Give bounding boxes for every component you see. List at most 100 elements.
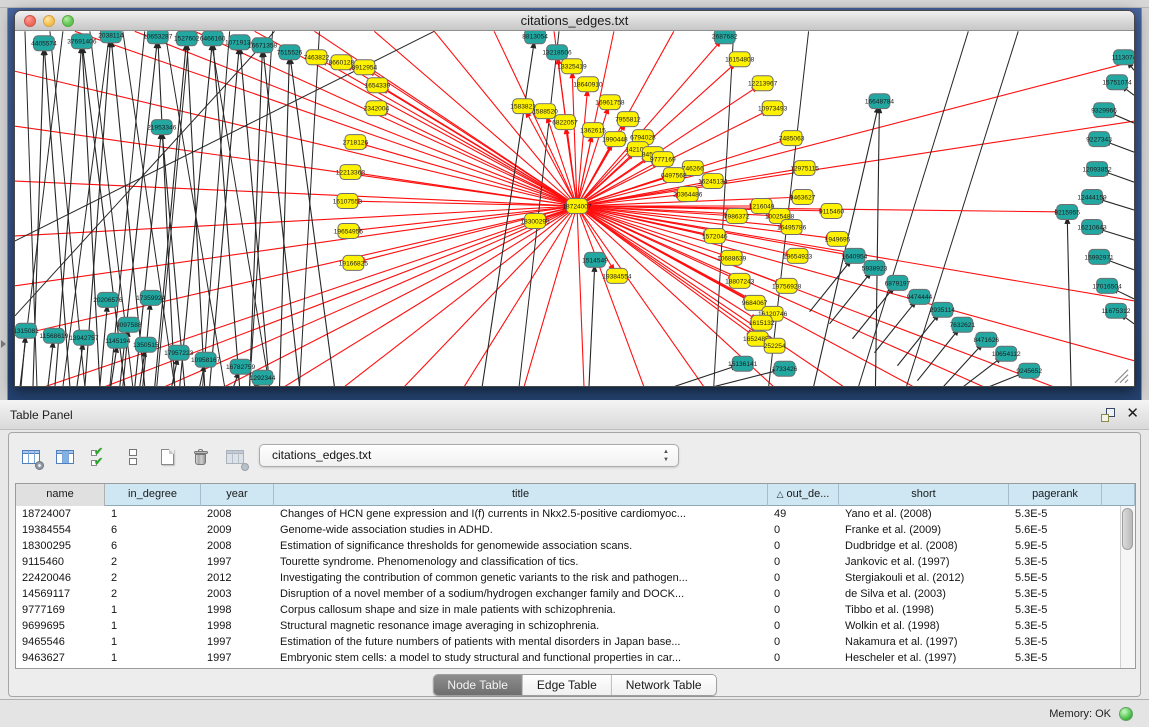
network-node[interactable]: 1990448: [602, 132, 628, 147]
network-node[interactable]: 1527602: [174, 31, 200, 46]
network-node[interactable]: 7986372: [724, 209, 750, 224]
network-node[interactable]: 13325419: [557, 59, 587, 74]
vertical-scrollbar[interactable]: [1120, 506, 1135, 668]
network-node[interactable]: 9777169: [650, 152, 676, 167]
network-node[interactable]: 2718126: [343, 135, 369, 150]
network-node[interactable]: 19384554: [602, 268, 632, 283]
network-node[interactable]: 7632621: [950, 317, 976, 332]
network-node[interactable]: 1514549: [582, 252, 608, 267]
network-node[interactable]: 9329966: [1091, 103, 1117, 118]
table-row[interactable]: 969969511998Structural magnetic resonanc…: [16, 618, 1135, 634]
network-node[interactable]: 20364486: [673, 187, 703, 202]
network-node[interactable]: 1350515: [133, 337, 159, 352]
network-node[interactable]: 1583821: [510, 99, 536, 114]
network-node[interactable]: 1572046: [702, 228, 728, 243]
network-node[interactable]: 8471626: [973, 332, 999, 347]
network-node[interactable]: 6822057: [552, 115, 578, 130]
network-node[interactable]: 4405574: [31, 36, 57, 51]
delete-columns-button[interactable]: [187, 443, 215, 471]
network-node[interactable]: 19654955: [334, 223, 364, 238]
network-node[interactable]: 9215955: [1054, 205, 1080, 220]
network-node[interactable]: 9474444: [907, 289, 933, 304]
network-node[interactable]: 7515526: [277, 45, 303, 60]
table-row[interactable]: 946362711997Embryonic stem cells: a mode…: [16, 650, 1135, 666]
network-node[interactable]: 5938923: [862, 260, 888, 275]
table-row[interactable]: 1830029562008Estimation of significance …: [16, 538, 1135, 554]
network-node[interactable]: 6497568: [661, 168, 687, 183]
network-node[interactable]: 1145194: [105, 333, 130, 348]
table-row[interactable]: 1872400712008Changes of HCN gene express…: [16, 506, 1135, 522]
network-node[interactable]: 16154808: [725, 52, 755, 67]
column-header-year[interactable]: year: [201, 484, 274, 506]
memory-indicator[interactable]: [1119, 707, 1133, 721]
table-row[interactable]: 1456911722003Disruption of a novel membe…: [16, 586, 1135, 602]
network-node[interactable]: 1315081: [15, 323, 39, 338]
network-node[interactable]: 13942757: [69, 330, 99, 345]
network-node[interactable]: 18807243: [725, 273, 755, 288]
network-node[interactable]: 7463822: [304, 50, 330, 65]
table-mode-button[interactable]: [17, 443, 45, 471]
network-node[interactable]: 15136141: [728, 356, 758, 371]
network-node[interactable]: 16961758: [595, 95, 625, 110]
network-node[interactable]: 7955812: [615, 112, 641, 127]
right-panel-divider[interactable]: [1141, 8, 1149, 400]
network-node[interactable]: 9115460: [819, 204, 844, 219]
network-node[interactable]: 16495786: [777, 219, 807, 234]
network-node[interactable]: 12975115: [790, 161, 819, 176]
tab-node-table[interactable]: Node Table: [433, 675, 522, 695]
network-node[interactable]: 8912954: [352, 60, 378, 75]
network-node[interactable]: 17957223: [164, 345, 194, 360]
table-selector-dropdown[interactable]: citations_edges.txt ▲▼: [259, 444, 679, 467]
deselect-all-button[interactable]: [119, 443, 147, 471]
float-panel-icon[interactable]: [1101, 408, 1115, 422]
table-row[interactable]: 946554611997Estimation of the future num…: [16, 634, 1135, 650]
new-column-button[interactable]: [153, 443, 181, 471]
network-node[interactable]: 13218506: [542, 45, 572, 60]
network-node[interactable]: 11675312: [1102, 303, 1131, 318]
network-node[interactable]: 10653287: [143, 31, 173, 44]
network-node[interactable]: 7485063: [779, 131, 805, 146]
network-node[interactable]: 21953346: [147, 120, 177, 135]
network-node[interactable]: 10958167: [191, 352, 221, 367]
network-node[interactable]: 9245652: [1016, 363, 1042, 378]
select-all-button[interactable]: ✔ ✔: [85, 443, 113, 471]
network-node[interactable]: 8660128: [329, 55, 355, 70]
network-node[interactable]: 1615132: [749, 315, 775, 330]
table-row[interactable]: 977716911998Corpus callosum shape and si…: [16, 602, 1135, 618]
network-canvas[interactable]: 4405574 376914062038114 106532871527602646…: [15, 31, 1134, 386]
network-node[interactable]: 10973493: [758, 101, 788, 116]
network-node[interactable]: 746266: [682, 161, 704, 176]
tab-edge-table[interactable]: Edge Table: [522, 675, 611, 695]
network-node[interactable]: 19756928: [772, 278, 802, 293]
network-node[interactable]: 16245134: [698, 174, 728, 189]
network-node[interactable]: 6879197: [885, 275, 911, 290]
network-node[interactable]: 10719134: [225, 35, 255, 50]
panel-collapse-arrow-icon[interactable]: [1, 340, 6, 348]
network-node[interactable]: 9097588: [116, 317, 142, 332]
network-node[interactable]: 19654923: [783, 248, 813, 263]
network-node[interactable]: 1113074: [1112, 50, 1134, 65]
network-node[interactable]: 2038114: [98, 31, 123, 43]
network-node[interactable]: 16648784: [865, 94, 895, 109]
column-header-in_degree[interactable]: in_degree: [105, 484, 201, 506]
network-node[interactable]: 1362615: [580, 123, 606, 138]
left-panel-divider[interactable]: [0, 8, 8, 400]
close-panel-icon[interactable]: ✕: [1126, 405, 1139, 423]
tab-network-table[interactable]: Network Table: [611, 675, 716, 695]
column-header-pagerank[interactable]: pagerank: [1009, 484, 1102, 506]
column-header-title[interactable]: title: [274, 484, 768, 506]
column-header-name[interactable]: name: [16, 484, 105, 506]
network-node[interactable]: 8813054: [522, 31, 548, 44]
network-node[interactable]: 10688639: [717, 250, 747, 265]
show-columns-button[interactable]: [51, 443, 79, 471]
network-node[interactable]: 16671358: [248, 38, 278, 53]
window-titlebar[interactable]: citations_edges.txt: [15, 11, 1134, 31]
network-node[interactable]: 2935114: [930, 302, 955, 317]
network-node[interactable]: 1640954: [842, 248, 868, 263]
network-node[interactable]: 2687682: [712, 31, 738, 44]
delete-table-button[interactable]: [221, 443, 249, 471]
network-node[interactable]: 6466160: [200, 31, 226, 46]
table-row[interactable]: 2242004622012Investigating the contribut…: [16, 570, 1135, 586]
network-node[interactable]: 9463627: [790, 190, 816, 205]
network-node[interactable]: 37691406: [67, 34, 97, 49]
